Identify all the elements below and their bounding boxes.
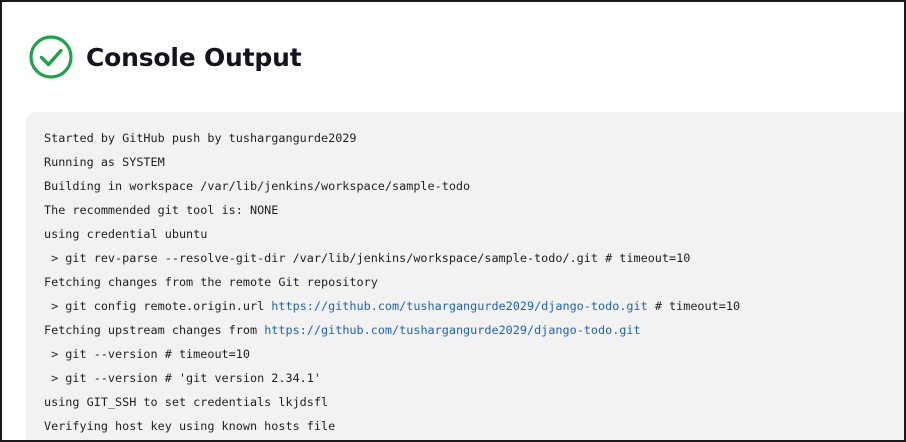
- console-line: using GIT_SSH to set credentials lkjdsfl: [44, 390, 904, 414]
- console-line: > git --version # 'git version 2.34.1': [44, 366, 904, 390]
- page-header: Console Output: [28, 32, 302, 82]
- console-text: Building in workspace /var/lib/jenkins/w…: [44, 179, 471, 193]
- console-line: > git rev-parse --resolve-git-dir /var/l…: [44, 246, 904, 270]
- console-text: > git --version # 'git version 2.34.1': [44, 371, 321, 385]
- console-log: Started by GitHub push by tushargangurde…: [26, 112, 904, 440]
- repository-link[interactable]: https://github.com/tushargangurde2029/dj…: [271, 299, 647, 313]
- console-line: Fetching upstream changes from https://g…: [44, 318, 904, 342]
- console-text: Running as SYSTEM: [44, 155, 165, 169]
- console-text: using GIT_SSH to set credentials lkjdsfl: [44, 395, 329, 409]
- repository-link[interactable]: https://github.com/tushargangurde2029/dj…: [264, 323, 640, 337]
- console-line: The recommended git tool is: NONE: [44, 198, 904, 222]
- console-line: Verifying host key using known hosts fil…: [44, 414, 904, 438]
- console-text: > git rev-parse --resolve-git-dir /var/l…: [44, 251, 691, 265]
- console-text: Started by GitHub push by tushargangurde…: [44, 131, 357, 145]
- console-text: > git config remote.origin.url: [44, 299, 272, 313]
- console-text: Fetching upstream changes from: [44, 323, 265, 337]
- console-line: Building in workspace /var/lib/jenkins/w…: [44, 174, 904, 198]
- console-text: # timeout=10: [647, 299, 741, 313]
- page-title: Console Output: [86, 42, 302, 72]
- console-text: Verifying host key using known hosts fil…: [44, 419, 336, 433]
- console-line: using credential ubuntu: [44, 222, 904, 246]
- console-line: > git config remote.origin.url https://g…: [44, 294, 904, 318]
- console-line: Fetching changes from the remote Git rep…: [44, 270, 904, 294]
- console-text: Fetching changes from the remote Git rep…: [44, 275, 378, 289]
- console-text: using credential ubuntu: [44, 227, 208, 241]
- console-text: The recommended git tool is: NONE: [44, 203, 279, 217]
- console-line: Started by GitHub push by tushargangurde…: [44, 126, 904, 150]
- console-output-panel: Console Output Started by GitHub push by…: [2, 2, 904, 440]
- check-circle-icon: [28, 34, 74, 80]
- console-line: Running as SYSTEM: [44, 150, 904, 174]
- console-line: > git --version # timeout=10: [44, 342, 904, 366]
- console-text: > git --version # timeout=10: [44, 347, 250, 361]
